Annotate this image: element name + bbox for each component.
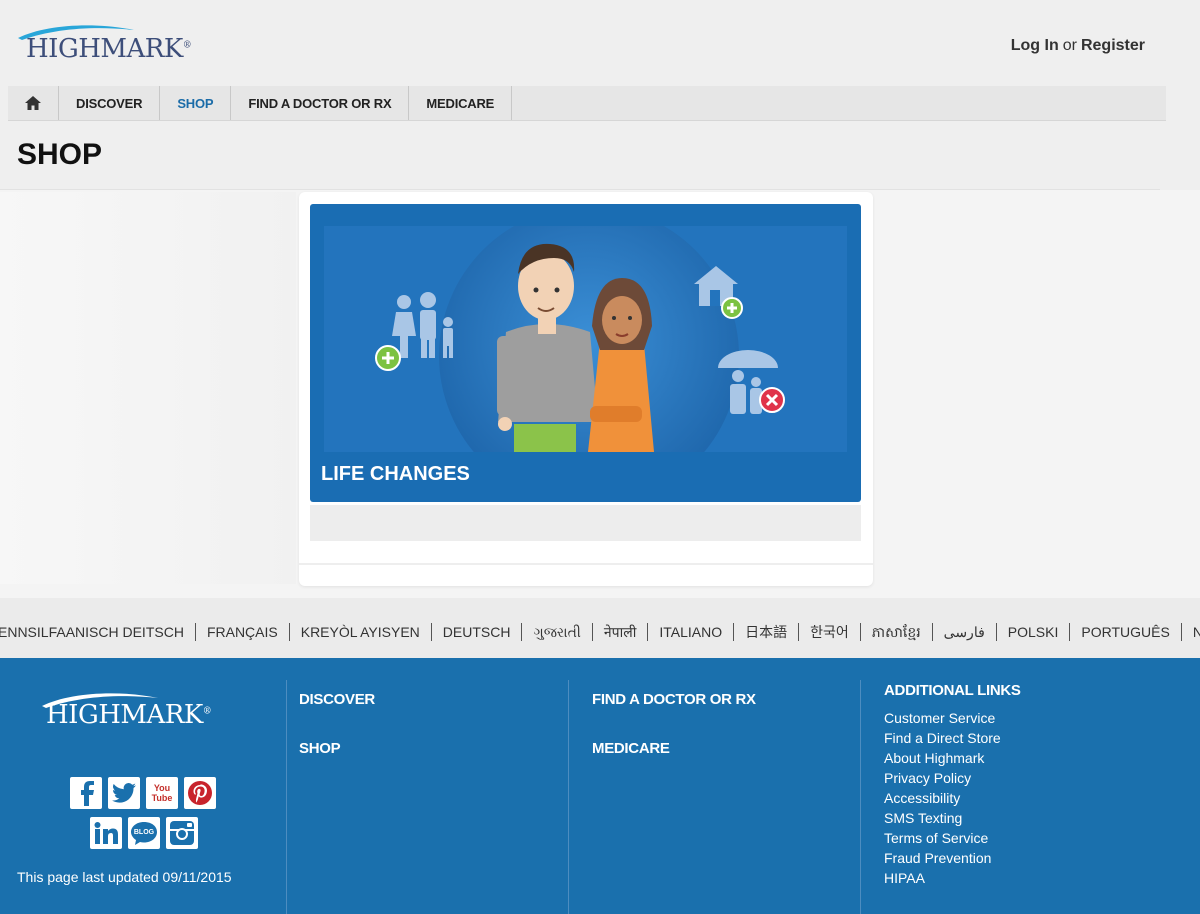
register-link[interactable]: Register: [1081, 37, 1145, 54]
highmark-logo[interactable]: HIGHMARK®: [16, 24, 192, 64]
main-nav: DISCOVER SHOP FIND A DOCTOR OR RX MEDICA…: [8, 86, 1166, 121]
footer-link-terms[interactable]: Terms of Service: [884, 828, 1001, 848]
footer-link-hipaa[interactable]: HIPAA: [884, 868, 1001, 888]
language-link[interactable]: ગુજરાતી: [522, 623, 593, 641]
footer-link-medicare[interactable]: MEDICARE: [592, 740, 670, 757]
last-updated-text: This page last updated 09/11/2015: [17, 869, 232, 885]
logo-text: HIGHMARK: [26, 34, 183, 64]
auth-links: Log In or Register: [1011, 37, 1145, 55]
footer-divider: [860, 680, 861, 914]
footer-logo-text: HIGHMARK: [46, 700, 203, 730]
language-link[interactable]: DEUTSCH: [432, 623, 523, 641]
language-link[interactable]: ITALIANO: [648, 623, 735, 641]
language-link[interactable]: 한국어: [799, 623, 861, 641]
footer-divider: [568, 680, 569, 914]
card-title: LIFE CHANGES: [321, 463, 470, 485]
nav-item-shop[interactable]: SHOP: [160, 86, 232, 120]
language-link[interactable]: KREYÒL AYISYEN: [290, 623, 432, 641]
page-title: SHOP: [17, 138, 103, 171]
footer-link-about[interactable]: About Highmark: [884, 748, 1001, 768]
left-sidebar: [0, 192, 296, 584]
footer-link-sms[interactable]: SMS Texting: [884, 808, 1001, 828]
language-link[interactable]: PORTUGUÊS: [1070, 623, 1182, 641]
footer-link-find-store[interactable]: Find a Direct Store: [884, 728, 1001, 748]
footer-link-accessibility[interactable]: Accessibility: [884, 788, 1001, 808]
home-icon: [25, 96, 41, 110]
language-link[interactable]: فارسی: [933, 623, 997, 641]
footer-divider: [286, 680, 287, 914]
login-link[interactable]: Log In: [1011, 37, 1059, 54]
pinterest-icon[interactable]: [184, 777, 216, 809]
social-row-2: BLOG: [90, 817, 198, 849]
instagram-icon[interactable]: [166, 817, 198, 849]
card-divider: [299, 563, 873, 565]
additional-links-heading: ADDITIONAL LINKS: [884, 682, 1021, 699]
language-link[interactable]: POLSKI: [997, 623, 1071, 641]
footer-link-fraud[interactable]: Fraud Prevention: [884, 848, 1001, 868]
nav-home-button[interactable]: [8, 86, 59, 120]
nav-item-discover[interactable]: DISCOVER: [59, 86, 161, 120]
footer-logo[interactable]: HIGHMARK®: [40, 692, 215, 732]
nav-item-medicare[interactable]: MEDICARE: [409, 86, 513, 120]
divider: [0, 189, 1160, 190]
footer-link-shop[interactable]: SHOP: [299, 740, 341, 757]
youtube-icon[interactable]: You Tube: [146, 777, 178, 809]
blog-text: BLOG: [133, 828, 155, 836]
language-bar: ENNSILFAANISCH DEITSCH FRANÇAIS KREYÒL A…: [0, 598, 1200, 658]
life-changes-card[interactable]: LIFE CHANGES: [310, 204, 861, 502]
additional-links-list: Customer Service Find a Direct Store Abo…: [884, 708, 1001, 888]
footer-link-privacy[interactable]: Privacy Policy: [884, 768, 1001, 788]
language-list: ENNSILFAANISCH DEITSCH FRANÇAIS KREYÒL A…: [0, 623, 1200, 641]
nav-item-find-doctor[interactable]: FIND A DOCTOR OR RX: [231, 86, 410, 120]
language-link[interactable]: NON-DISCRIMI: [1182, 623, 1200, 641]
social-row-1: You Tube: [70, 777, 216, 809]
footer-link-customer-service[interactable]: Customer Service: [884, 708, 1001, 728]
site-footer: HIGHMARK® You Tube BLOG This page last u…: [0, 658, 1200, 914]
language-link[interactable]: 日本語: [734, 623, 800, 641]
twitter-icon[interactable]: [108, 777, 140, 809]
language-link[interactable]: FRANÇAIS: [196, 623, 290, 641]
language-link[interactable]: नेपाली: [593, 623, 649, 641]
facebook-icon[interactable]: [70, 777, 102, 809]
footer-link-discover[interactable]: DISCOVER: [299, 691, 375, 708]
language-link[interactable]: ភាសាខ្មែរ: [861, 623, 933, 641]
or-text: or: [1062, 37, 1077, 54]
linkedin-icon[interactable]: [90, 817, 122, 849]
card-footer-strip: [310, 505, 861, 541]
footer-link-find-doctor[interactable]: FIND A DOCTOR OR RX: [592, 691, 756, 708]
language-link[interactable]: ENNSILFAANISCH DEITSCH: [0, 623, 196, 641]
blog-icon[interactable]: BLOG: [128, 817, 160, 849]
youtube-text: You Tube: [151, 783, 173, 803]
life-changes-illustration: [324, 226, 847, 452]
